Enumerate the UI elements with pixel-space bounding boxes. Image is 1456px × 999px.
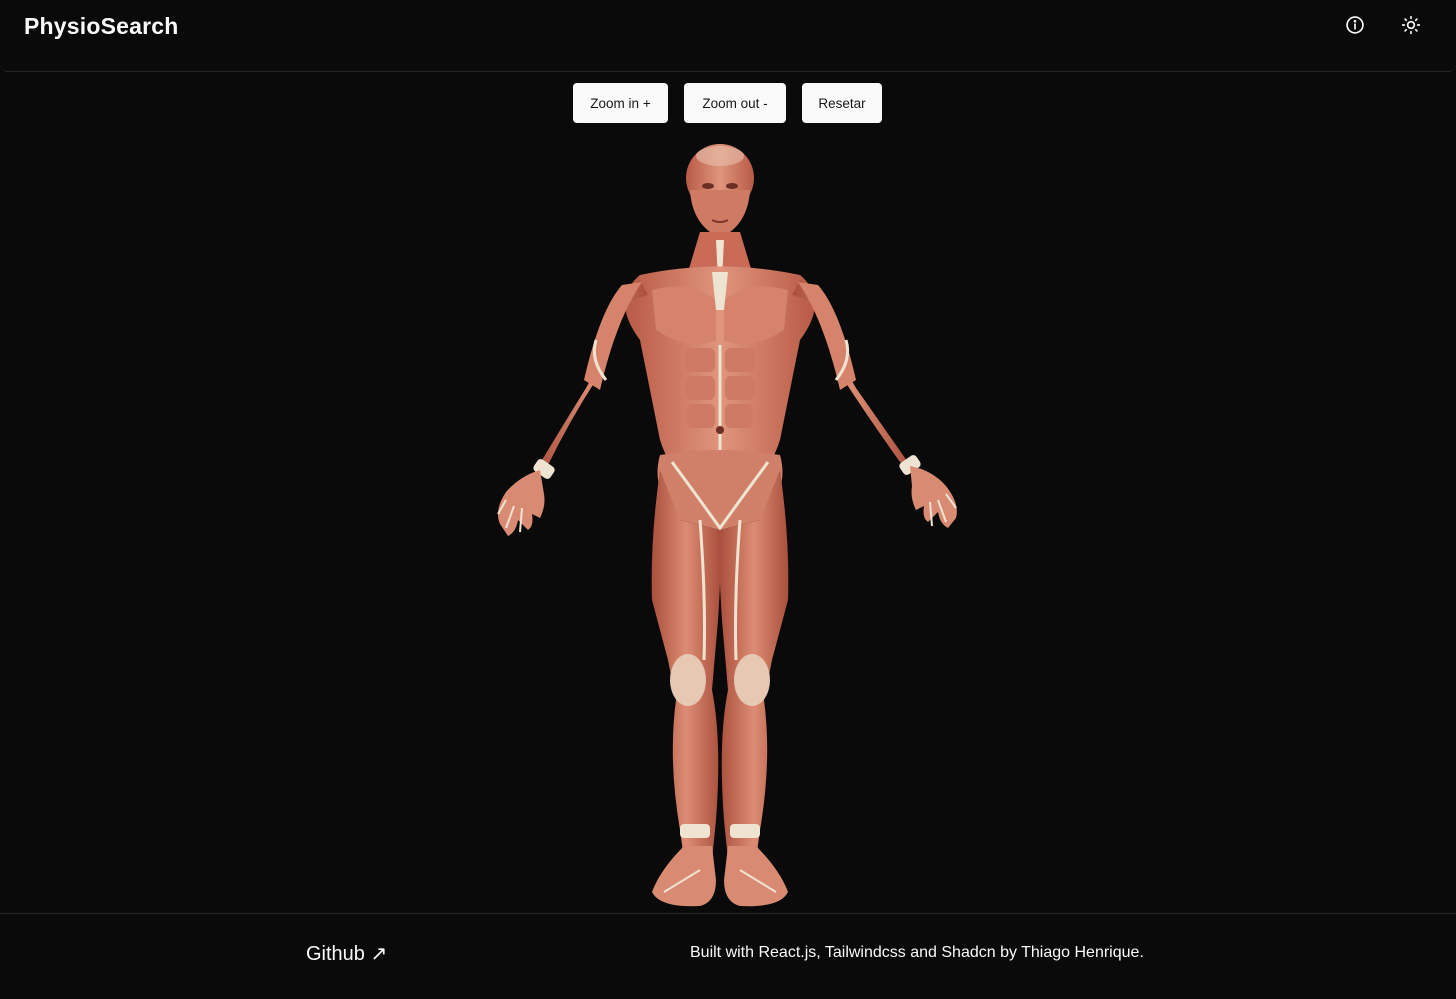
left-hand[interactable]: [497, 470, 545, 536]
right-leg[interactable]: [719, 470, 789, 860]
torso[interactable]: [625, 266, 815, 471]
info-button[interactable]: [1340, 12, 1370, 42]
right-hand[interactable]: [910, 466, 957, 528]
info-circle-icon: [1345, 15, 1365, 40]
footer: Github ↗ Built with React.js, Tailwindcs…: [0, 913, 1456, 999]
muscle-body-figure[interactable]: [0, 132, 1456, 912]
right-foot[interactable]: [724, 846, 788, 907]
top-navbar: PhysioSearch: [0, 0, 1456, 72]
left-foot[interactable]: [652, 846, 716, 907]
github-link[interactable]: Github ↗: [306, 941, 387, 966]
head[interactable]: [686, 144, 754, 238]
zoom-out-button[interactable]: Zoom out -: [684, 83, 786, 123]
left-leg[interactable]: [651, 470, 721, 860]
theme-toggle-button[interactable]: [1396, 12, 1426, 42]
zoom-in-button[interactable]: Zoom in +: [573, 83, 668, 123]
credit-text: Built with React.js, Tailwindcss and Sha…: [690, 944, 1144, 961]
sun-icon: [1401, 15, 1421, 40]
reset-button[interactable]: Resetar: [802, 83, 882, 123]
app-title[interactable]: PhysioSearch: [24, 13, 179, 40]
anatomy-viewer[interactable]: [0, 132, 1456, 912]
zoom-controls: Zoom in + Zoom out - Resetar: [0, 83, 1456, 123]
